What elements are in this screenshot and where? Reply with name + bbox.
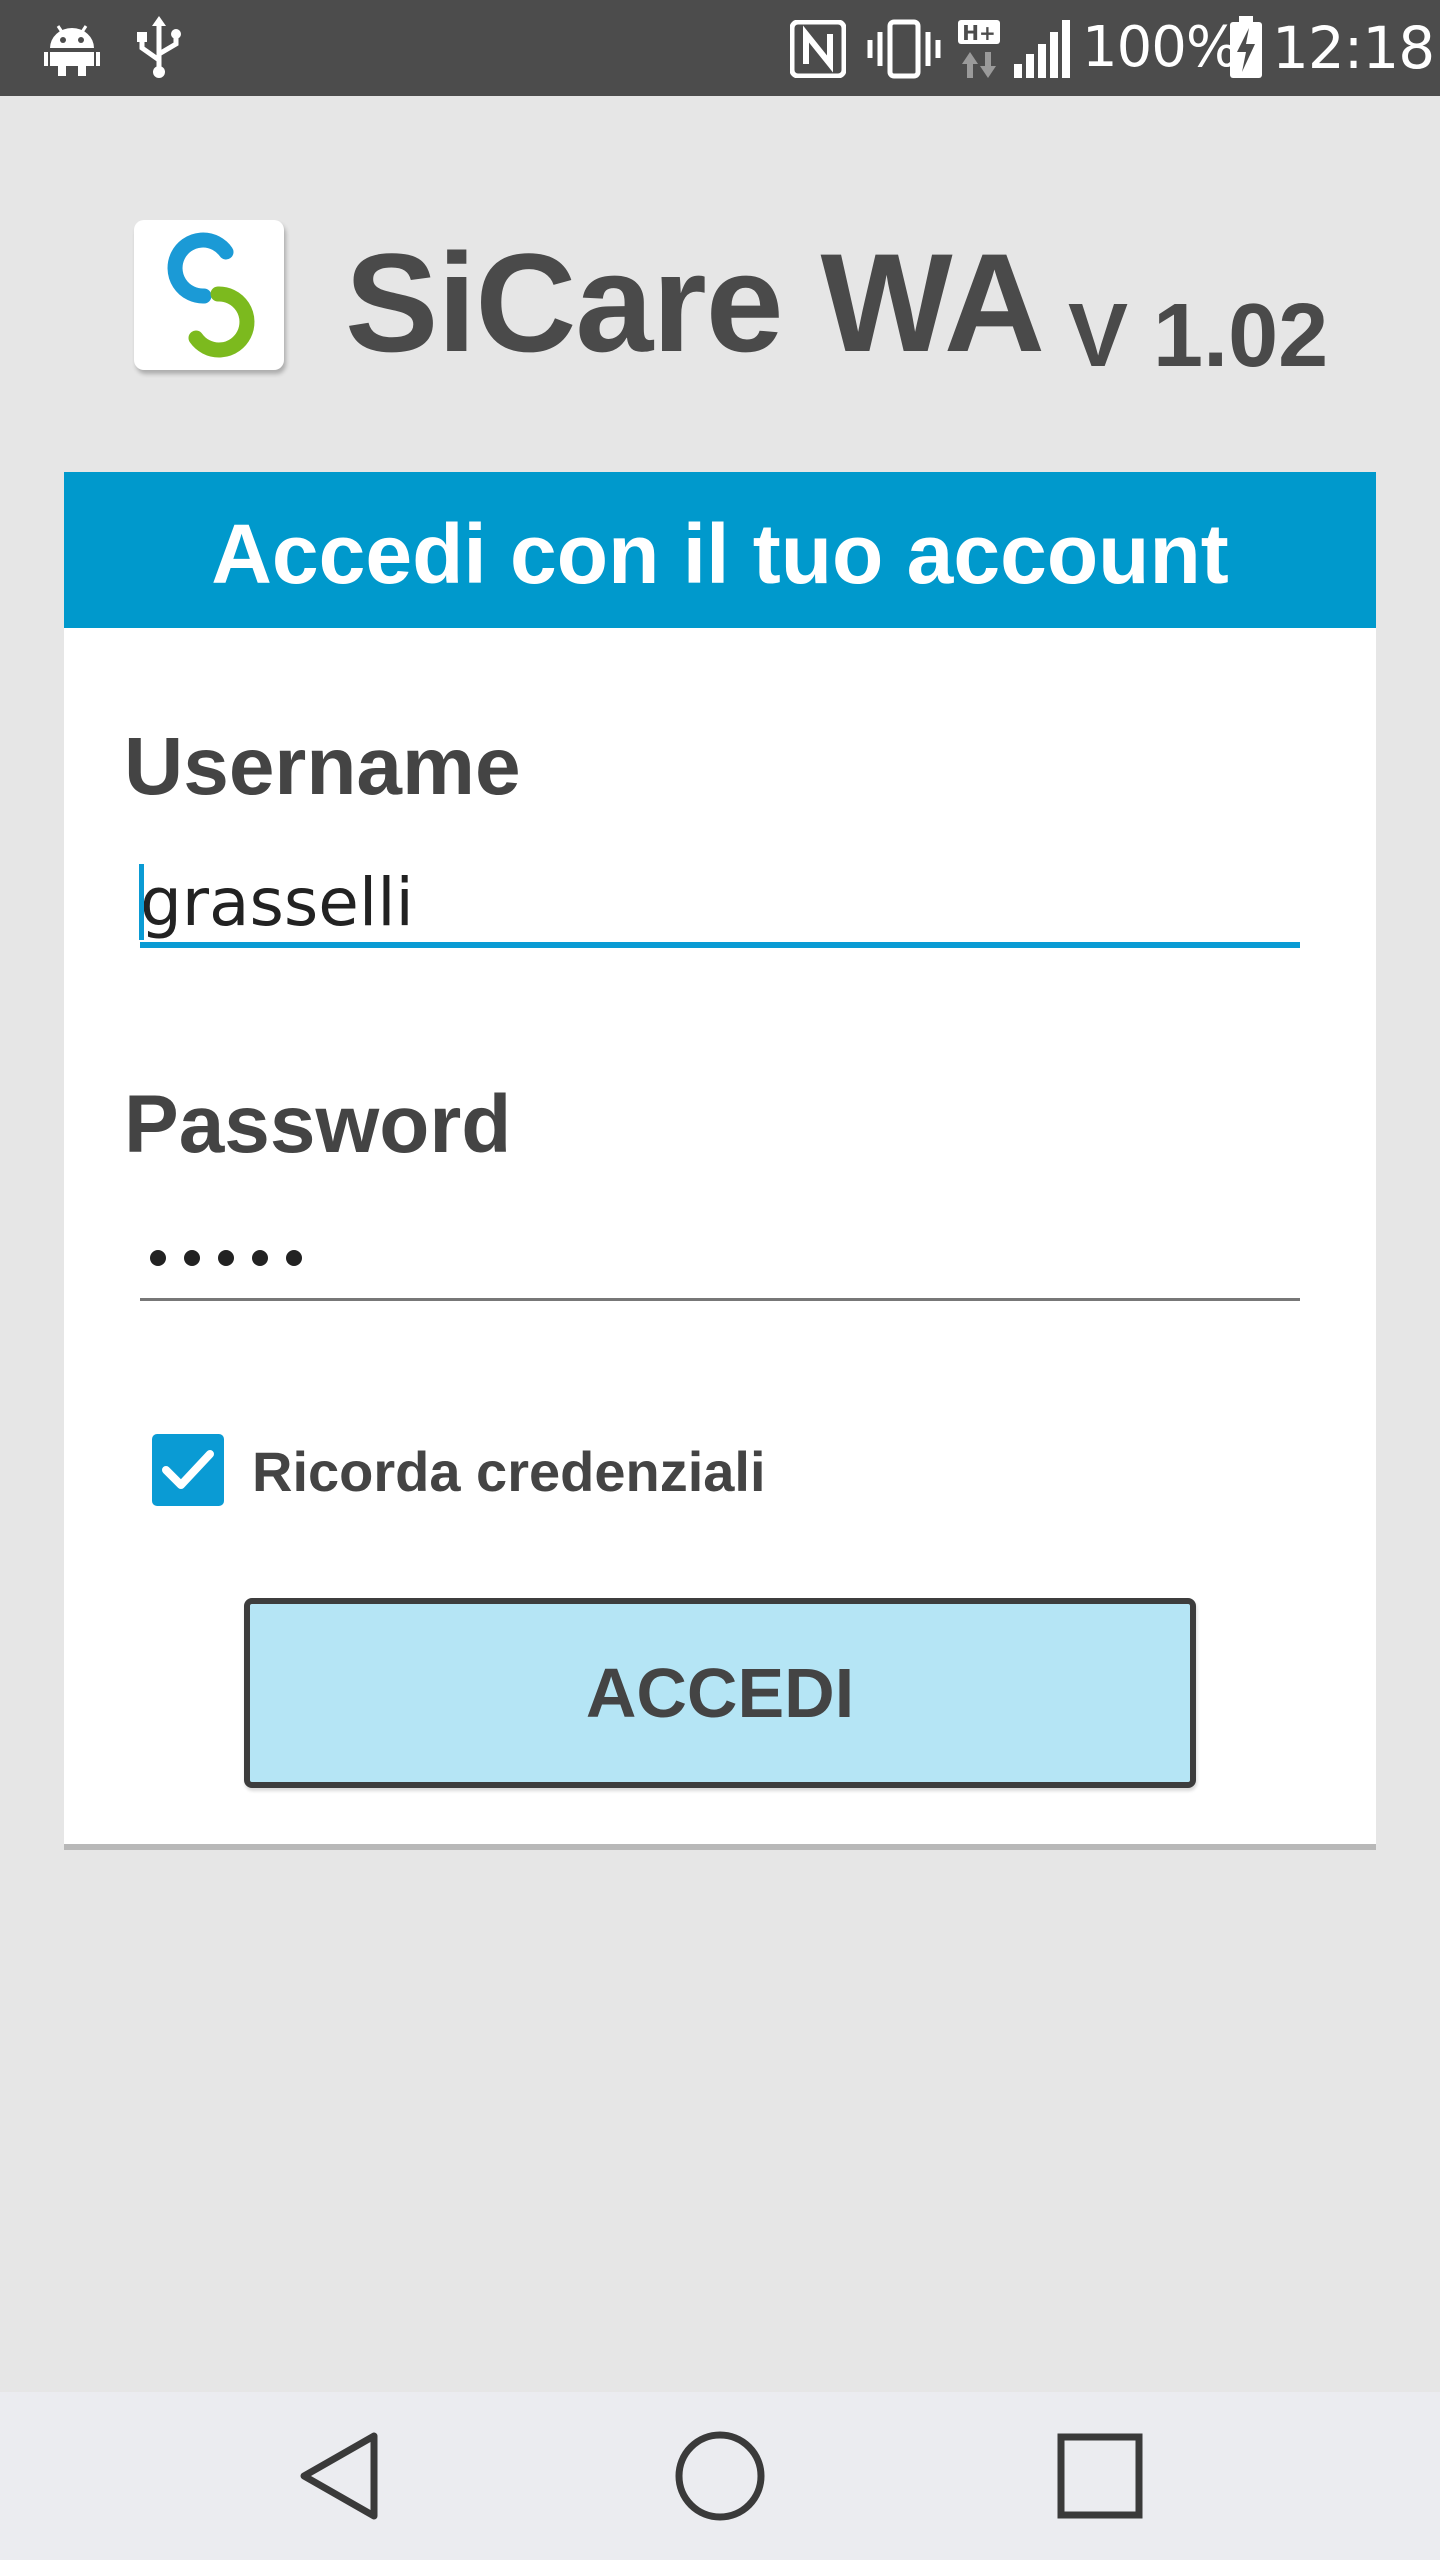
svg-text:H+: H+ (962, 21, 996, 45)
status-bar: H+ 100% 12:18 (0, 0, 1440, 96)
password-mask-dot (218, 1250, 234, 1266)
login-heading: Accedi con il tuo account (64, 472, 1376, 628)
username-label: Username (124, 721, 521, 812)
remember-credentials-checkbox[interactable] (152, 1434, 224, 1506)
usb-icon (137, 16, 181, 78)
navigation-bar (0, 2392, 1440, 2560)
recents-icon (1057, 2433, 1143, 2519)
hplus-data-icon: H+ (958, 20, 1000, 78)
text-cursor (139, 864, 144, 940)
password-label: Password (124, 1079, 512, 1170)
sicare-logo-icon (167, 232, 255, 358)
app-version: V 1.02 (1068, 286, 1329, 386)
back-icon (300, 2432, 378, 2520)
nfc-icon (790, 20, 846, 78)
back-button[interactable] (240, 2392, 440, 2560)
login-card: Accedi con il tuo account Username Passw… (64, 472, 1376, 1850)
app-logo (134, 220, 284, 370)
clock: 12:18 (1272, 14, 1435, 82)
login-button[interactable]: ACCEDI (244, 1598, 1196, 1788)
home-button[interactable] (620, 2392, 820, 2560)
password-mask-dot (184, 1250, 200, 1266)
password-mask-dot (150, 1250, 166, 1266)
home-icon (675, 2431, 765, 2521)
signal-icon (1014, 20, 1070, 78)
battery-percentage: 100% (1082, 15, 1239, 80)
username-input[interactable] (140, 862, 1300, 948)
checkmark-icon (162, 1450, 214, 1489)
remember-credentials-label: Ricorda credenziali (252, 1440, 766, 1503)
android-debug-icon (44, 25, 100, 76)
password-mask-dot (252, 1250, 268, 1266)
vibrate-icon (867, 19, 941, 79)
recents-button[interactable] (1000, 2392, 1200, 2560)
app-title: SiCare WA (345, 224, 1045, 381)
password-input[interactable] (140, 1222, 1300, 1301)
battery-charging-icon (1230, 16, 1262, 78)
password-mask-dot (286, 1250, 302, 1266)
